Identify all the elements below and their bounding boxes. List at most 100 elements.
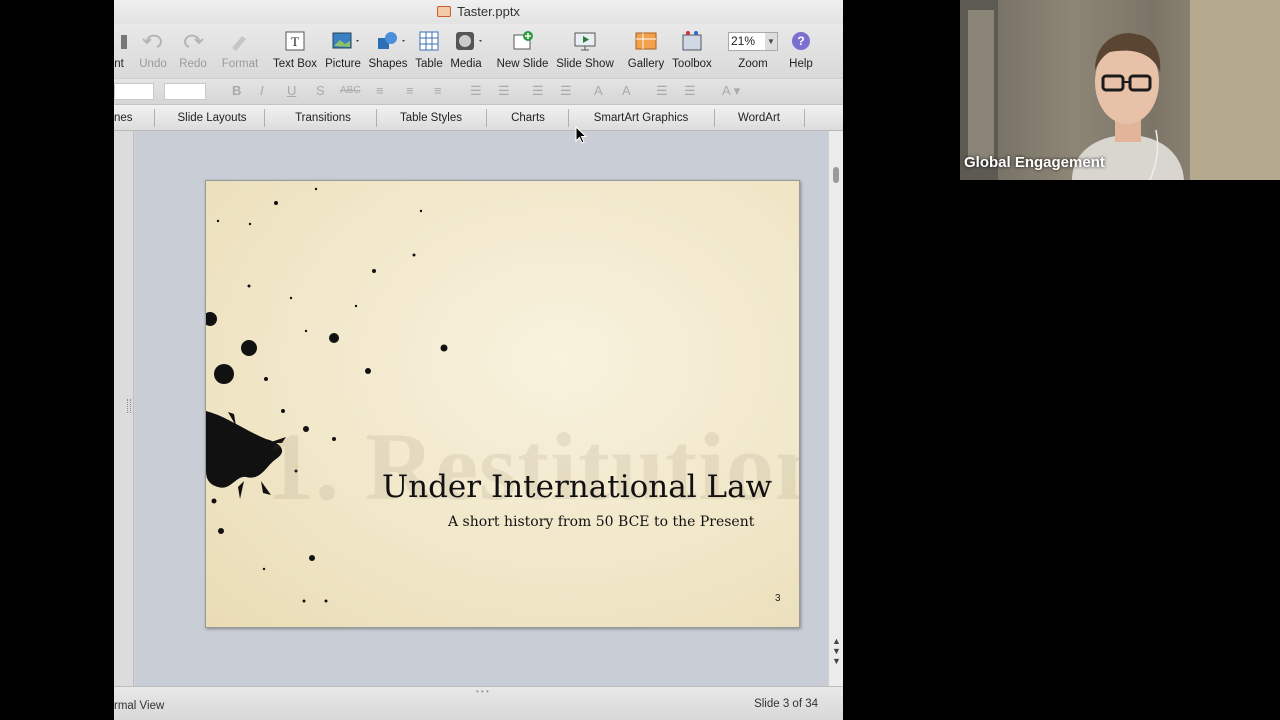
ink-splatter-graphic — [206, 187, 448, 603]
media-label: Media — [450, 58, 482, 70]
tab-smartart-graphics[interactable]: SmartArt Graphics — [574, 105, 708, 131]
align-left-icon[interactable]: ≡ — [376, 83, 384, 98]
help-icon: ? — [789, 30, 813, 52]
bold-icon[interactable]: B — [232, 83, 241, 98]
table-icon — [417, 30, 441, 52]
pane-resize-handle[interactable] — [127, 399, 131, 413]
shapes-icon — [376, 30, 405, 52]
toolbar-item-label: nt — [114, 58, 124, 70]
italic-icon[interactable]: I — [260, 83, 264, 98]
picture-label: Picture — [325, 58, 361, 70]
slide-show-label: Slide Show — [556, 58, 614, 70]
font-grow-icon[interactable]: A — [594, 83, 603, 98]
slide-thumbnail-pane[interactable] — [114, 131, 134, 686]
view-mode-label[interactable]: rmal View — [114, 700, 164, 712]
help-button[interactable]: ? Help — [786, 28, 816, 70]
window-title: Taster.pptx — [457, 4, 520, 19]
increase-indent-icon[interactable]: ☰ — [560, 83, 572, 99]
standard-toolbar: nt Undo Redo Format T Text Box Picture S… — [114, 24, 843, 78]
slide-title[interactable]: Under International Law — [382, 469, 772, 505]
zoom-dropdown-icon[interactable]: ▼ — [765, 33, 777, 50]
slide-number: 3 — [775, 593, 781, 604]
picture-button[interactable]: Picture — [322, 28, 364, 70]
shadow-icon[interactable]: S — [316, 83, 325, 98]
participant-video-tile[interactable]: Global Engagement — [960, 0, 1280, 180]
tab-divider — [568, 109, 569, 127]
font-name-field[interactable] — [114, 83, 154, 100]
font-size-field[interactable] — [164, 83, 206, 100]
clipboard-icon — [114, 30, 138, 52]
zoom-value: 21% — [731, 34, 756, 48]
slide-background-heading: 1. Restitution — [266, 413, 800, 520]
slide-subtitle[interactable]: A short history from 50 BCE to the Prese… — [448, 514, 754, 530]
tab-divider — [486, 109, 487, 127]
window-titlebar: Taster.pptx — [114, 0, 843, 24]
undo-button[interactable]: Undo — [136, 28, 170, 70]
indent-icon[interactable]: ☰ — [684, 83, 696, 99]
current-slide[interactable]: 1. Restitution Under International Law A… — [205, 180, 800, 628]
redo-button[interactable]: Redo — [174, 28, 212, 70]
tab-divider — [804, 109, 805, 127]
text-box-button[interactable]: T Text Box — [271, 28, 319, 70]
gallery-button[interactable]: Gallery — [626, 28, 666, 70]
shapes-button[interactable]: Shapes — [368, 28, 408, 70]
powerpoint-window: Taster.pptx nt Undo Redo Format T Text B… — [114, 0, 843, 720]
table-button[interactable]: Table — [412, 28, 446, 70]
tab-slide-layouts[interactable]: Slide Layouts — [160, 105, 264, 131]
undo-label: Undo — [139, 58, 167, 70]
toolbox-button[interactable]: Toolbox — [670, 28, 714, 70]
tab-wordart-label: WordArt — [738, 112, 780, 124]
font-shrink-icon[interactable]: A — [622, 83, 631, 98]
scroll-thumb[interactable] — [833, 167, 839, 183]
vertical-scrollbar[interactable]: ▲ ▼ ▼ — [828, 131, 843, 686]
zoom-select[interactable]: 21% ▼ — [728, 30, 778, 52]
tab-themes[interactable]: nes — [114, 105, 133, 131]
tab-table-styles-label: Table Styles — [399, 112, 462, 124]
redo-icon — [181, 30, 205, 52]
format-button[interactable]: Format — [218, 28, 262, 70]
tab-smartart-graphics-label: SmartArt Graphics — [593, 112, 689, 124]
pptx-file-icon — [437, 6, 452, 17]
mouse-pointer-icon — [575, 126, 588, 144]
zoom-control[interactable]: 21% ▼ Zoom — [726, 28, 780, 70]
outdent-icon[interactable]: ☰ — [656, 83, 668, 99]
editing-area: 1. Restitution Under International Law A… — [114, 131, 843, 686]
tab-charts[interactable]: Charts — [492, 105, 564, 131]
bullets-icon[interactable]: ☰ — [470, 83, 482, 99]
toolbox-icon — [680, 30, 704, 52]
new-slide-icon — [511, 30, 535, 52]
scroll-arrows-icon[interactable]: ▲ ▼ ▼ — [831, 636, 842, 666]
tab-slide-layouts-label: Slide Layouts — [177, 112, 247, 124]
slide-show-icon — [573, 30, 597, 52]
slide-canvas[interactable]: 1. Restitution Under International Law A… — [135, 131, 828, 686]
formatting-toolbar: B I U S ABC ≡ ≡ ≡ ☰ ☰ ☰ ☰ A A ☰ ☰ A ▾ — [114, 78, 843, 104]
participant-name: Global Engagement — [964, 154, 1105, 171]
slide-show-button[interactable]: Slide Show — [554, 28, 616, 70]
font-color-icon[interactable]: A ▾ — [722, 83, 740, 99]
decrease-indent-icon[interactable]: ☰ — [532, 83, 544, 99]
toolbox-label: Toolbox — [672, 58, 712, 70]
tab-table-styles[interactable]: Table Styles — [382, 105, 480, 131]
shapes-label: Shapes — [368, 58, 408, 70]
media-button[interactable]: Media — [448, 28, 484, 70]
toolbar-item-cut-off[interactable]: nt — [114, 28, 127, 70]
tab-charts-label: Charts — [511, 112, 545, 124]
gallery-icon — [634, 30, 658, 52]
tab-wordart[interactable]: WordArt — [720, 105, 798, 131]
numbering-icon[interactable]: ☰ — [498, 83, 510, 99]
svg-text:T: T — [291, 34, 299, 49]
align-right-icon[interactable]: ≡ — [434, 83, 442, 98]
media-icon — [454, 30, 482, 52]
ribbon-tabs: nes Slide Layouts Transitions Table Styl… — [114, 104, 843, 131]
strikethrough-icon[interactable]: ABC — [340, 85, 361, 96]
tab-transitions-label: Transitions — [295, 112, 351, 124]
resize-grip-icon[interactable]: • • • — [476, 687, 489, 696]
participant-video-frame — [960, 0, 1280, 180]
text-box-label: Text Box — [272, 58, 318, 70]
new-slide-button[interactable]: New Slide — [494, 28, 551, 70]
tab-transitions[interactable]: Transitions — [270, 105, 376, 131]
align-center-icon[interactable]: ≡ — [406, 83, 414, 98]
table-label: Table — [415, 58, 443, 70]
underline-icon[interactable]: U — [287, 83, 296, 98]
svg-text:?: ? — [797, 34, 804, 48]
